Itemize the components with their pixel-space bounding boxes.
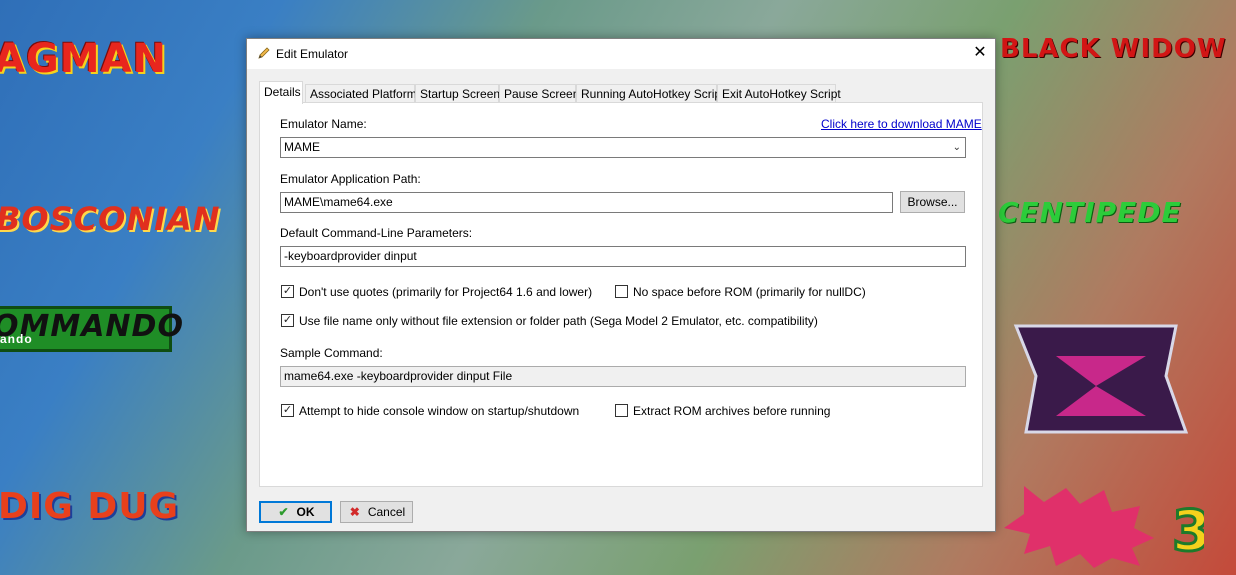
background-logo-crystal-castles: [1013, 324, 1189, 434]
emulator-name-label: Emulator Name:: [280, 117, 367, 131]
background-logo-digdug: DIG DUG: [0, 486, 180, 527]
background-logo-black-widow: BLACK WIDOW: [1000, 34, 1227, 64]
app-path-value: MAME\mame64.exe: [284, 195, 393, 209]
ok-button[interactable]: ✔ OK: [259, 501, 332, 523]
browse-button[interactable]: Browse...: [900, 191, 965, 213]
no-quotes-label[interactable]: Don't use quotes (primarily for Project6…: [299, 285, 592, 299]
cmd-params-input[interactable]: -keyboardprovider dinput: [280, 246, 966, 267]
svg-text:3: 3: [1172, 499, 1204, 564]
sample-command-field: mame64.exe -keyboardprovider dinput File: [280, 366, 966, 387]
emulator-name-value: MAME: [284, 140, 320, 154]
x-icon: ✖: [349, 505, 360, 519]
pencil-icon: [258, 47, 270, 59]
ok-button-label: OK: [296, 505, 315, 519]
edit-emulator-dialog: Edit Emulator ✕ Details Associated Platf…: [246, 38, 996, 532]
background-logo-commando-caption: ando: [0, 332, 33, 346]
app-path-label: Emulator Application Path:: [280, 172, 421, 186]
file-name-only-checkbox[interactable]: ✓: [281, 314, 294, 327]
background-logo-donkey-kong-3: 3: [1004, 486, 1204, 568]
extract-rom-label[interactable]: Extract ROM archives before running: [633, 404, 830, 418]
tab-details[interactable]: Details: [259, 81, 303, 104]
no-quotes-checkbox[interactable]: ✓: [281, 285, 294, 298]
tab-pause-screen[interactable]: Pause Screen: [499, 84, 579, 103]
chevron-down-icon[interactable]: ⌄: [953, 138, 961, 157]
no-space-checkbox[interactable]: [615, 285, 628, 298]
close-icon[interactable]: ✕: [965, 39, 995, 67]
title-bar[interactable]: Edit Emulator ✕: [247, 39, 995, 69]
details-panel: Emulator Name: Click here to download MA…: [259, 102, 983, 487]
background-logo-centipede: CENTIPEDE: [998, 196, 1182, 229]
tab-associated-platforms[interactable]: Associated Platforms: [305, 84, 423, 103]
cancel-button[interactable]: ✖ Cancel: [340, 501, 413, 523]
emulator-name-combobox[interactable]: MAME ⌄: [280, 137, 966, 158]
extract-rom-checkbox[interactable]: [615, 404, 628, 417]
cmd-params-value: -keyboardprovider dinput: [284, 249, 417, 263]
app-path-input[interactable]: MAME\mame64.exe: [280, 192, 893, 213]
tab-startup-screen[interactable]: Startup Screen: [415, 84, 500, 103]
dialog-title: Edit Emulator: [276, 47, 349, 61]
background-logo-bosconian: BOSCONIAN: [0, 200, 221, 238]
hide-console-label[interactable]: Attempt to hide console window on startu…: [299, 404, 579, 418]
hide-console-checkbox[interactable]: ✓: [281, 404, 294, 417]
file-name-only-label[interactable]: Use file name only without file extensio…: [299, 314, 818, 328]
checkmark-icon: ✔: [278, 505, 289, 519]
sample-command-label: Sample Command:: [280, 346, 383, 360]
background-logo-pacman: AGMAN: [0, 36, 168, 82]
tab-exit-autohotkey-script[interactable]: Exit AutoHotkey Script: [717, 84, 841, 103]
cancel-button-label: Cancel: [367, 505, 406, 519]
cmd-params-label: Default Command-Line Parameters:: [280, 226, 473, 240]
sample-command-value: mame64.exe -keyboardprovider dinput File: [284, 369, 513, 383]
tab-running-autohotkey-script[interactable]: Running AutoHotkey Script: [576, 84, 724, 103]
no-space-label[interactable]: No space before ROM (primarily for nullD…: [633, 285, 866, 299]
download-mame-link[interactable]: Click here to download MAME: [821, 117, 982, 131]
